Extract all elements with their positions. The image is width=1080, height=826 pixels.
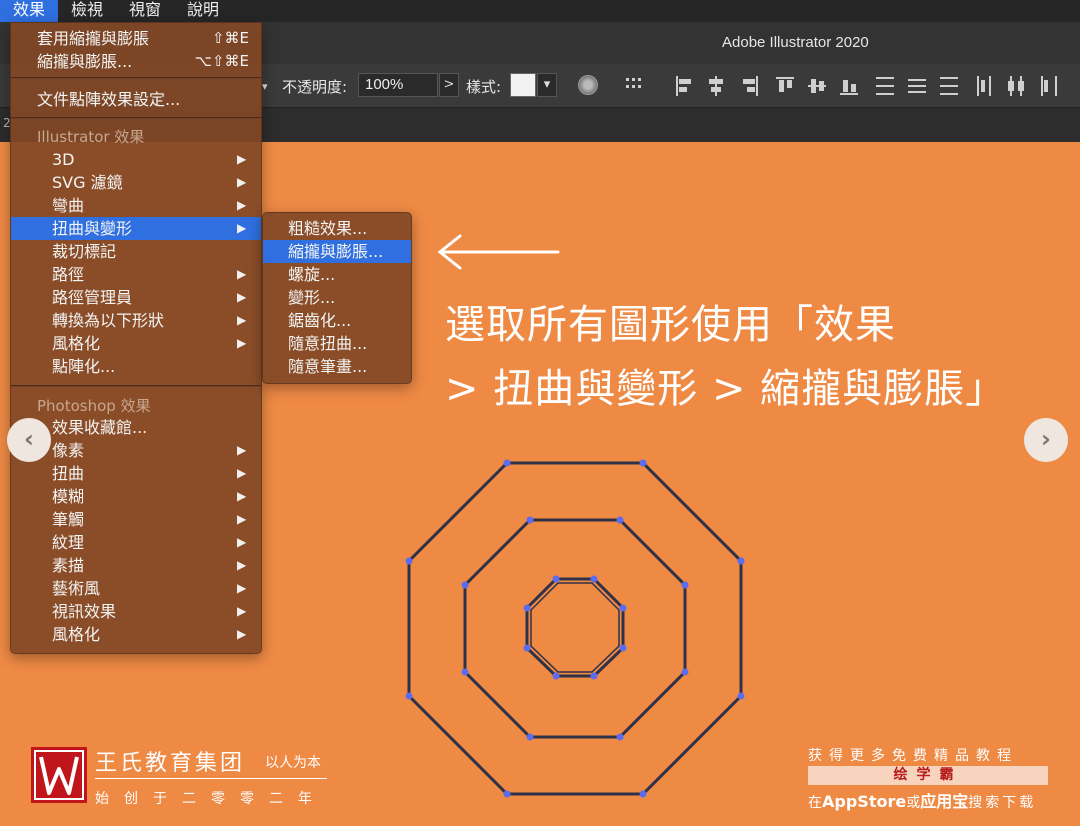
submenu-arrow-icon: ▶ [237, 175, 247, 189]
menu-item-last-effect[interactable]: 縮攏與膨脹... ⌥⇧⌘E [11, 50, 261, 73]
distort-transform-submenu: 粗糙效果... 縮攏與膨脹... 螺旋... 變形... 鋸齒化... 隨意扭曲… [262, 212, 412, 384]
promo-app-name: 绘学霸 [808, 766, 1048, 785]
align-icons[interactable] [622, 72, 1062, 100]
opacity-label: 不透明度: [282, 78, 348, 96]
prev-slide-button[interactable]: ‹ [7, 418, 51, 462]
style-dropdown-icon[interactable]: ▾ [537, 73, 557, 97]
menu-item-stylize-ps[interactable]: 風格化 ▶ [11, 623, 261, 646]
style-label: 樣式: [466, 78, 502, 96]
style-swatch[interactable] [510, 73, 536, 97]
illustrator-effects-header: Illustrator 效果 [37, 128, 145, 146]
brand-founded: 始创于二零零二年 [95, 791, 327, 807]
submenu-arrow-icon: ▶ [237, 313, 247, 327]
submenu-arrow-icon: ▶ [237, 627, 247, 641]
menu-item-distort[interactable]: 扭曲 ▶ [11, 462, 261, 485]
submenu-arrow-icon: ▶ [237, 198, 247, 212]
menu-view[interactable]: 檢視 [58, 0, 116, 22]
menu-item-warp[interactable]: 彎曲 ▶ [11, 194, 261, 217]
submenu-item-twist[interactable]: 螺旋... [263, 263, 411, 286]
next-slide-button[interactable]: › [1024, 418, 1068, 462]
menu-effect[interactable]: 效果 [0, 0, 59, 22]
inner-octagon [525, 577, 625, 678]
submenu-arrow-icon: ▶ [237, 466, 247, 480]
submenu-arrow-icon: ▶ [237, 267, 247, 281]
menu-item-pathfinder[interactable]: 路徑管理員 ▶ [11, 286, 261, 309]
menu-window[interactable]: 視窗 [116, 0, 174, 22]
recolor-icon[interactable] [578, 75, 598, 95]
submenu-item-scribble[interactable]: 隨意筆畫... [263, 355, 411, 378]
submenu-arrow-icon: ▶ [237, 443, 247, 457]
brand-name: 王氏教育集团 [95, 751, 246, 776]
brand-divider [95, 778, 327, 779]
menu-item-artistic[interactable]: 藝術風 ▶ [11, 577, 261, 600]
submenu-arrow-icon: ▶ [237, 489, 247, 503]
menu-item-svg-filters[interactable]: SVG 濾鏡 ▶ [11, 171, 261, 194]
left-arrow-annotation [437, 234, 560, 270]
instruction-line-1: 選取所有圖形使用「效果 [445, 302, 896, 348]
instruction-line-2: > 扭曲與變形 > 縮攏與膨脹」 [445, 366, 1007, 412]
menu-bar: 效果 檢視 視窗 說明 [0, 0, 1080, 22]
menu-item-raster-settings[interactable]: 文件點陣效果設定... [11, 88, 261, 111]
menu-separator [11, 117, 261, 119]
menu-item-distort-transform[interactable]: 扭曲與變形 ▶ [11, 217, 261, 240]
menu-item-sketch[interactable]: 素描 ▶ [11, 554, 261, 577]
menu-item-brush-strokes[interactable]: 筆觸 ▶ [11, 508, 261, 531]
octagon-artwork[interactable] [400, 455, 750, 800]
submenu-arrow-icon: ▶ [237, 152, 247, 166]
submenu-arrow-icon: ▶ [237, 535, 247, 549]
effect-menu: 套用縮攏與膨脹 ⇧⌘E 縮攏與膨脹... ⌥⇧⌘E 文件點陣效果設定... Il… [10, 22, 262, 654]
opacity-arrow-button[interactable]: > [439, 73, 459, 97]
menu-item-3d[interactable]: 3D ▶ [11, 148, 261, 171]
chevron-down-icon[interactable]: ▾ [262, 80, 268, 93]
middle-octagon [463, 518, 687, 739]
submenu-arrow-icon: ▶ [237, 221, 247, 235]
promo-text: 获得更多免费精品教程 [808, 748, 1018, 764]
submenu-item-zigzag[interactable]: 鋸齒化... [263, 309, 411, 332]
brand-slogan: 以人为本 [265, 755, 321, 771]
submenu-item-free-distort[interactable]: 隨意扭曲... [263, 332, 411, 355]
opacity-input[interactable]: 100% [358, 73, 438, 97]
menu-separator [11, 77, 261, 79]
submenu-item-pucker-bloat[interactable]: 縮攏與膨脹... [263, 240, 411, 263]
menu-help[interactable]: 說明 [174, 0, 232, 22]
outer-octagon [407, 461, 743, 796]
menu-item-blur[interactable]: 模糊 ▶ [11, 485, 261, 508]
menu-item-apply-last-effect[interactable]: 套用縮攏與膨脹 ⇧⌘E [11, 27, 261, 50]
wang-logo-icon [31, 747, 87, 803]
submenu-arrow-icon: ▶ [237, 581, 247, 595]
submenu-arrow-icon: ▶ [237, 512, 247, 526]
submenu-arrow-icon: ▶ [237, 290, 247, 304]
submenu-arrow-icon: ▶ [237, 558, 247, 572]
submenu-arrow-icon: ▶ [237, 604, 247, 618]
menu-item-crop-marks[interactable]: 裁切標記 [11, 240, 261, 263]
menu-item-convert-to-shape[interactable]: 轉換為以下形狀 ▶ [11, 309, 261, 332]
submenu-arrow-icon: ▶ [237, 336, 247, 350]
submenu-item-roughen[interactable]: 粗糙效果... [263, 217, 411, 240]
menu-item-texture[interactable]: 紋理 ▶ [11, 531, 261, 554]
photoshop-effects-header: Photoshop 效果 [37, 397, 151, 415]
menu-item-stylize[interactable]: 風格化 ▶ [11, 332, 261, 355]
promo-download-text: 在AppStore或应用宝搜索下载 [808, 792, 1037, 811]
menu-item-path[interactable]: 路徑 ▶ [11, 263, 261, 286]
app-title: Adobe Illustrator 2020 [722, 34, 869, 51]
menu-item-rasterize[interactable]: 點陣化... [11, 355, 261, 378]
menu-item-video[interactable]: 視訊效果 ▶ [11, 600, 261, 623]
menu-separator [11, 385, 261, 387]
submenu-item-transform[interactable]: 變形... [263, 286, 411, 309]
